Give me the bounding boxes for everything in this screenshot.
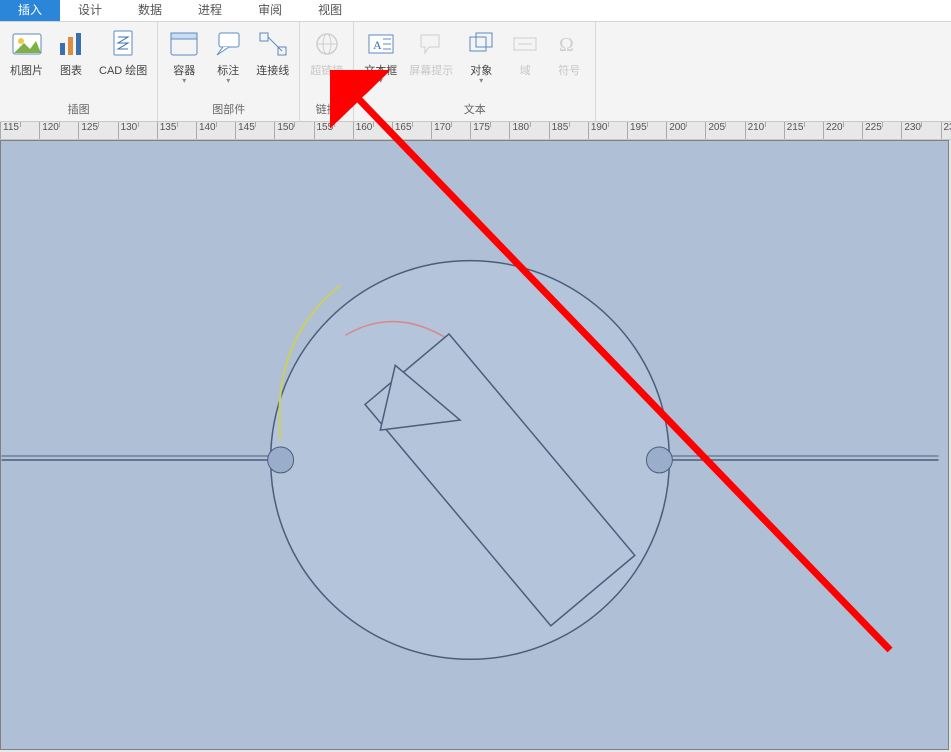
dropdown-indicator-icon: ▾: [226, 78, 230, 84]
tab-data[interactable]: 数据: [120, 0, 180, 21]
ruler-tick: 190: [588, 122, 627, 140]
tab-label: 视图: [318, 3, 342, 17]
ruler-tick: 195: [627, 122, 666, 140]
ruler-tick: 135: [157, 122, 196, 140]
dropdown-indicator-icon: ▾: [379, 78, 383, 84]
chart-label: 图表: [60, 62, 82, 78]
ribbon-group-diagram-parts: 容器 ▾ 标注 ▾ 连接线 图部件: [158, 22, 300, 121]
cad-label: CAD 绘图: [99, 62, 147, 78]
picture-label: 机图片: [10, 62, 43, 78]
ruler-tick: 185: [549, 122, 588, 140]
dropdown-indicator-icon: ▾: [479, 78, 483, 84]
container-icon: [168, 28, 200, 60]
canvas-drawing: [1, 141, 948, 749]
ruler-tick: 130: [118, 122, 157, 140]
symbol-icon: Ω: [553, 28, 585, 60]
ribbon-group-label: 图部件: [212, 99, 245, 119]
chart-icon: [55, 28, 87, 60]
ribbon-group-illustrations: 机图片 图表 CAD 绘图 插图: [0, 22, 158, 121]
tab-view[interactable]: 视图: [300, 0, 360, 21]
tab-label: 设计: [78, 3, 102, 17]
picture-button[interactable]: 机图片: [4, 26, 49, 80]
ribbon-group-links: 超链接 链接: [300, 22, 354, 121]
tab-label: 审阅: [258, 3, 282, 17]
ribbon-group-label: 链接: [316, 99, 338, 119]
ruler-tick: 215: [784, 122, 823, 140]
ruler-tick: 210: [745, 122, 784, 140]
symbol-button[interactable]: Ω 符号: [547, 26, 591, 80]
ribbon-group-label: 插图: [68, 99, 90, 119]
screentip-button[interactable]: 屏幕提示: [403, 26, 459, 80]
ruler-tick: 225: [862, 122, 901, 140]
connector-label: 连接线: [256, 62, 289, 78]
tab-label: 插入: [18, 3, 42, 17]
ruler-tick: 230: [901, 122, 940, 140]
tab-review[interactable]: 审阅: [240, 0, 300, 21]
ruler-tick: 125: [78, 122, 117, 140]
drawing-canvas[interactable]: [0, 140, 949, 750]
ruler-tick: 165: [392, 122, 431, 140]
ribbon-group-text: A 文本框 ▾ 屏幕提示 对象 ▾: [354, 22, 596, 121]
cad-button[interactable]: CAD 绘图: [93, 26, 153, 80]
ribbon: 机图片 图表 CAD 绘图 插图 容器: [0, 22, 951, 122]
tab-label: 数据: [138, 3, 162, 17]
object-button[interactable]: 对象 ▾: [459, 26, 503, 86]
field-icon: [509, 28, 541, 60]
ruler-tick: 175: [470, 122, 509, 140]
svg-text:A: A: [373, 38, 382, 52]
tab-process[interactable]: 进程: [180, 0, 240, 21]
symbol-label: 符号: [558, 62, 580, 78]
ribbon-group-label: 文本: [464, 99, 486, 119]
cad-icon: [107, 28, 139, 60]
ruler-tick: 220: [823, 122, 862, 140]
tab-design[interactable]: 设计: [60, 0, 120, 21]
hyperlink-icon: [311, 28, 343, 60]
ruler-tick: 115: [0, 122, 39, 140]
tab-label: 进程: [198, 3, 222, 17]
ruler-tick: 170: [431, 122, 470, 140]
tab-bar: 插入 设计 数据 进程 审阅 视图: [0, 0, 951, 22]
ruler-tick: 180: [509, 122, 548, 140]
tab-insert[interactable]: 插入: [0, 0, 60, 21]
ruler-tick: 150: [274, 122, 313, 140]
hyperlink-label: 超链接: [310, 62, 343, 78]
ruler-tick: 200: [666, 122, 705, 140]
textbox-button[interactable]: A 文本框 ▾: [358, 26, 403, 86]
ruler-tick: 205: [705, 122, 744, 140]
horizontal-ruler: 1151201251301351401451501551601651701751…: [0, 122, 951, 140]
field-button[interactable]: 域: [503, 26, 547, 80]
field-label: 域: [520, 62, 531, 78]
container-button[interactable]: 容器 ▾: [162, 26, 206, 86]
textbox-icon: A: [365, 28, 397, 60]
connector-icon: [257, 28, 289, 60]
ruler-tick: 145: [235, 122, 274, 140]
ruler-tick: 155: [314, 122, 353, 140]
picture-icon: [11, 28, 43, 60]
ruler-tick: 235: [941, 122, 951, 140]
svg-text:Ω: Ω: [559, 34, 574, 56]
chart-button[interactable]: 图表: [49, 26, 93, 80]
dropdown-indicator-icon: ▾: [182, 78, 186, 84]
hyperlink-button[interactable]: 超链接: [304, 26, 349, 80]
callout-icon: [212, 28, 244, 60]
ruler-tick: 160: [353, 122, 392, 140]
object-icon: [465, 28, 497, 60]
ruler-tick: 120: [39, 122, 78, 140]
connector-button[interactable]: 连接线: [250, 26, 295, 80]
screentip-label: 屏幕提示: [409, 62, 453, 78]
callout-button[interactable]: 标注 ▾: [206, 26, 250, 86]
ruler-tick: 140: [196, 122, 235, 140]
screentip-icon: [415, 28, 447, 60]
